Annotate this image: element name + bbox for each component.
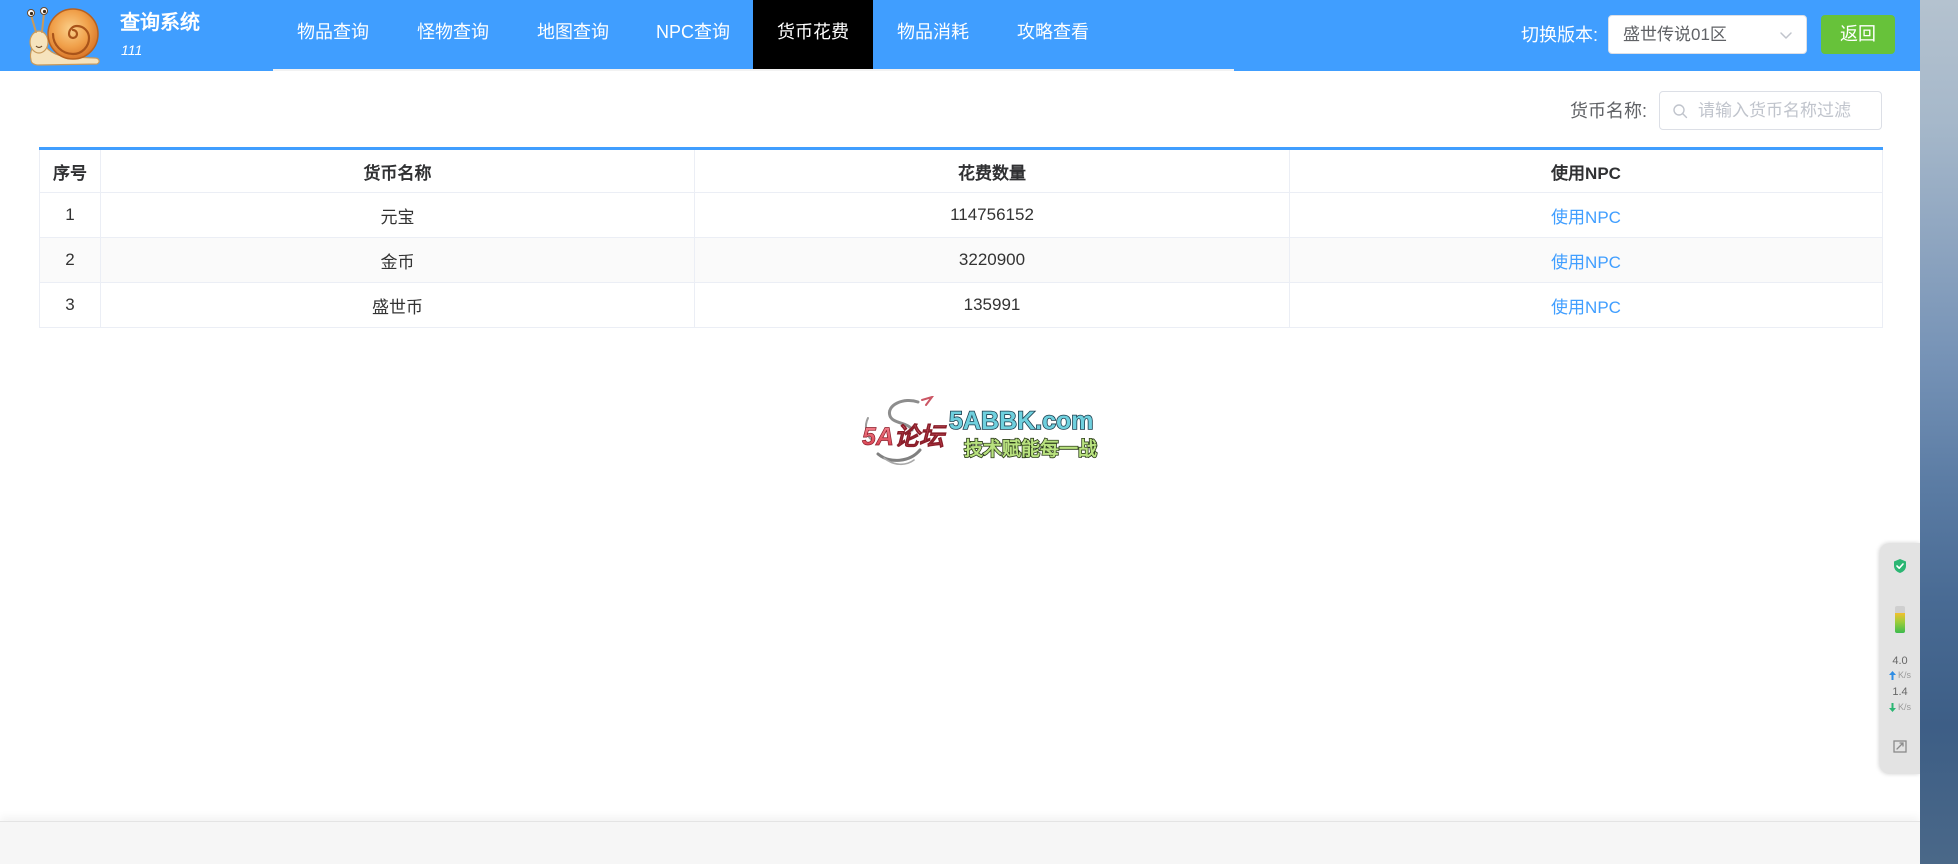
desktop-wallpaper-strip (1920, 0, 1958, 864)
cell-index: 2 (39, 237, 101, 283)
download-speed-unit: K/s (1898, 702, 1912, 712)
cell-currency-name: 元宝 (100, 192, 695, 238)
download-speed-value: 1.4 (1892, 686, 1908, 698)
cell-currency-name: 盛世币 (100, 282, 695, 328)
use-npc-link[interactable]: 使用NPC (1551, 208, 1621, 227)
version-switch-label: 切换版本: (1521, 25, 1599, 45)
watermark-slogan: 技术赋能每一战 (964, 437, 1097, 460)
cell-spend-amount: 3220900 (694, 237, 1290, 283)
nav-item-item-consume[interactable]: 物品消耗 (873, 0, 993, 69)
table-row: 3 盛世币 135991 使用NPC (39, 282, 1883, 328)
currency-filter-label: 货币名称: (1570, 101, 1648, 121)
nav-item-npc-query[interactable]: NPC查询 (633, 0, 753, 69)
cell-spend-amount: 135991 (694, 282, 1290, 328)
currency-filter-input[interactable] (1698, 92, 1880, 129)
app-subtitle: 111 (121, 42, 143, 58)
nav-item-item-query[interactable]: 物品查询 (273, 0, 393, 69)
table-row: 1 元宝 114756152 使用NPC (39, 192, 1883, 238)
upload-speed-row: K/s (1880, 670, 1920, 681)
chevron-down-icon (1780, 32, 1792, 39)
currency-filter-field[interactable] (1659, 91, 1882, 130)
app-page: 查询系统 111 物品查询 怪物查询 地图查询 NPC查询 货币花费 物品消耗 … (0, 0, 1920, 864)
gauge-icon[interactable] (1895, 606, 1905, 633)
cell-use-npc: 使用NPC (1289, 192, 1883, 238)
nav-item-currency-spend[interactable]: 货币花费 (753, 0, 873, 69)
cell-spend-amount: 114756152 (694, 192, 1290, 238)
app-title: 查询系统 (120, 12, 200, 34)
cell-index: 3 (39, 282, 101, 328)
screenshot-icon[interactable] (1892, 738, 1908, 754)
download-speed-row: K/s (1880, 702, 1920, 713)
upload-speed-unit: K/s (1898, 670, 1912, 680)
top-header: 查询系统 111 物品查询 怪物查询 地图查询 NPC查询 货币花费 物品消耗 … (0, 0, 1920, 71)
nav-item-monster-query[interactable]: 怪物查询 (393, 0, 513, 69)
use-npc-link[interactable]: 使用NPC (1551, 253, 1621, 272)
column-header-use-npc: 使用NPC (1289, 148, 1883, 193)
upload-speed-value: 4.0 (1892, 655, 1908, 667)
page-footer-bar (0, 821, 1920, 864)
main-nav-menu: 物品查询 怪物查询 地图查询 NPC查询 货币花费 物品消耗 攻略查看 (273, 0, 1234, 71)
back-button[interactable]: 返回 (1821, 15, 1895, 54)
cell-use-npc: 使用NPC (1289, 282, 1883, 328)
memory-gauge-fill (1895, 612, 1905, 633)
table-header-row: 序号 货币名称 花费数量 使用NPC (39, 148, 1883, 193)
version-select-value: 盛世传说01区 (1623, 25, 1727, 44)
currency-spend-table: 序号 货币名称 花费数量 使用NPC 1 元宝 114756152 使用NPC … (39, 147, 1883, 328)
column-header-currency-name: 货币名称 (100, 148, 695, 193)
forum-watermark-logo: 5A论坛 5ABBK.com 技术赋能每一战 (862, 396, 1098, 466)
cell-index: 1 (39, 192, 101, 238)
cell-currency-name: 金币 (100, 237, 695, 283)
network-monitor-widget: 4.0 K/s 1.4 K/s (1880, 543, 1920, 774)
use-npc-link[interactable]: 使用NPC (1551, 298, 1621, 317)
table-row: 2 金币 3220900 使用NPC (39, 237, 1883, 283)
download-arrow-icon (1889, 703, 1896, 712)
search-icon (1673, 104, 1688, 119)
watermark-site: 5ABBK.com (949, 407, 1093, 435)
column-header-index: 序号 (39, 148, 101, 193)
nav-item-map-query[interactable]: 地图查询 (513, 0, 633, 69)
column-header-spend-amount: 花费数量 (694, 148, 1290, 193)
watermark-brand: 5A论坛 (862, 423, 947, 451)
shield-check-icon[interactable] (1892, 558, 1908, 574)
upload-arrow-icon (1889, 671, 1896, 680)
snail-logo-icon (27, 7, 100, 66)
cell-use-npc: 使用NPC (1289, 237, 1883, 283)
nav-item-guide-view[interactable]: 攻略查看 (993, 0, 1113, 69)
version-select[interactable]: 盛世传说01区 (1608, 15, 1807, 54)
